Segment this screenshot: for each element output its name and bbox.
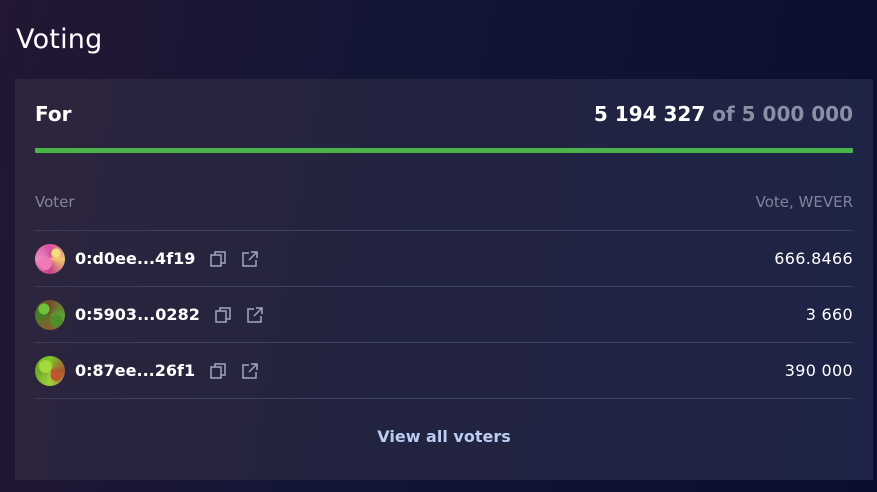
progress-bar (35, 148, 853, 153)
progress-fill (35, 148, 853, 153)
vote-amount: 390 000 (784, 361, 853, 380)
voter-address[interactable]: 0:5903...0282 (75, 305, 200, 324)
table-row: 0:87ee...26f1 390 000 (35, 343, 853, 399)
copy-icon[interactable] (209, 250, 227, 268)
voter-cell: 0:5903...0282 (35, 299, 278, 330)
avatar (35, 355, 65, 386)
of-text: of (712, 102, 735, 126)
voter-address[interactable]: 0:87ee...26f1 (75, 361, 195, 380)
avatar (35, 243, 65, 274)
result-label: For (35, 102, 72, 126)
result-count: 5 194 327 of 5 000 000 (594, 102, 853, 126)
external-link-icon[interactable] (241, 250, 259, 268)
page-title: Voting (16, 24, 103, 55)
external-link-icon[interactable] (241, 362, 259, 380)
result-header: For 5 194 327 of 5 000 000 (35, 101, 853, 127)
external-link-icon[interactable] (246, 306, 264, 324)
voter-cell: 0:87ee...26f1 (35, 355, 273, 386)
votes-count: 5 194 327 (593, 102, 706, 126)
table-row: 0:d0ee...4f19 666.8466 (35, 231, 853, 287)
votes-total: 5 000 000 (741, 102, 853, 126)
vote-amount: 3 660 (805, 305, 853, 324)
voters-table: 0:d0ee...4f19 666.8466 0:5903...0282 3 6… (35, 231, 853, 399)
view-all-voters-link[interactable]: View all voters (15, 427, 873, 446)
table-row: 0:5903...0282 3 660 (35, 287, 853, 343)
voting-card: For 5 194 327 of 5 000 000 Voter Vote, W… (15, 79, 873, 480)
voter-address[interactable]: 0:d0ee...4f19 (75, 249, 195, 268)
copy-icon[interactable] (214, 306, 232, 324)
vote-amount: 666.8466 (774, 249, 853, 268)
table-header: Voter Vote, WEVER (35, 193, 853, 231)
voter-cell: 0:d0ee...4f19 (35, 243, 273, 274)
column-voter: Voter (35, 193, 75, 211)
copy-icon[interactable] (209, 362, 227, 380)
avatar (35, 299, 65, 330)
column-vote: Vote, WEVER (755, 193, 853, 211)
